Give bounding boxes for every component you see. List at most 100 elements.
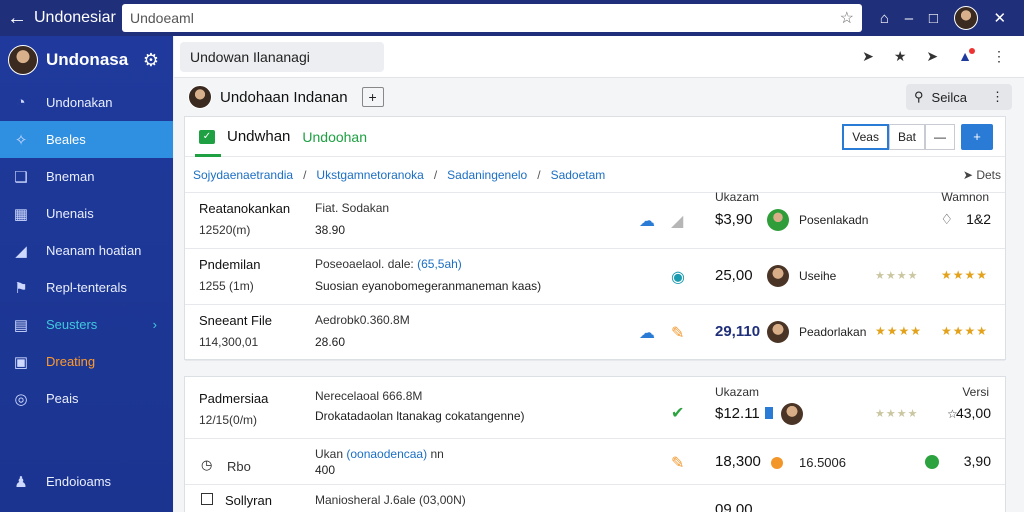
- card-header: ✓ Undwhan Undoohan Veas Bat — +: [185, 117, 1005, 157]
- sidebar-item-label: Unenais: [46, 206, 94, 221]
- toggle-bat[interactable]: Bat: [888, 123, 925, 150]
- table-row[interactable]: Sneeant File 114,300,01 Aedrobk0.360.8M …: [185, 305, 1005, 361]
- sidebar-item-unenais[interactable]: ▦ Unenais: [0, 195, 173, 232]
- add-item-button[interactable]: +: [961, 123, 993, 150]
- row-price: 29,110: [715, 323, 761, 340]
- send-icon[interactable]: ➤: [862, 48, 874, 65]
- sidebar-item-label: Neanam hoatian: [46, 243, 142, 258]
- home-icon[interactable]: ⌂: [880, 10, 889, 27]
- row-sub: 1255 (1m): [199, 279, 254, 293]
- server-icon: ▤: [13, 316, 29, 334]
- cloud-icon[interactable]: ☁: [639, 211, 655, 231]
- search-label: Seilca: [931, 89, 967, 105]
- window-controls: ⌂ – □ ✕: [862, 6, 1024, 30]
- tab-bar: Undowan Ilananagi ➤ ★ ➤ ▲ ⋮: [174, 36, 1024, 78]
- rating-stars[interactable]: ★★★★: [941, 324, 988, 338]
- table-row[interactable]: Padmersiaa 12/15(0/m) Nerecelaoal 666.8M…: [185, 377, 1005, 439]
- right-label: Wamnon: [941, 190, 989, 204]
- sidebar-item-bneman[interactable]: ❑ Bneman: [0, 158, 173, 195]
- sidebar-item-neanam[interactable]: ◢ Neanam hoatian: [0, 232, 173, 269]
- table-row[interactable]: Reatanokankan 12520(m) Fiat. Sodakan 38.…: [185, 190, 1005, 249]
- more-vertical-icon[interactable]: ⋮: [991, 89, 1004, 105]
- breadcrumb-item[interactable]: Ukstgamnetoranoka: [316, 168, 423, 182]
- arrow-left-icon[interactable]: ←: [0, 7, 34, 30]
- bell-icon[interactable]: ♢: [940, 211, 953, 228]
- avatar[interactable]: [188, 85, 212, 109]
- notification-icon[interactable]: ▲: [958, 48, 975, 65]
- tab-undowan[interactable]: Undowan Ilananagi: [180, 41, 384, 72]
- pencil-icon[interactable]: ✎: [671, 453, 684, 473]
- sidebar-item-beales[interactable]: ✧ Beales: [0, 121, 173, 158]
- status-dot: [771, 457, 783, 469]
- bookmark-icon[interactable]: ★: [894, 48, 907, 65]
- sidebar: Undonasa ⚙ ◔ Undonakan ✧ Beales ❑ Bneman…: [0, 36, 173, 512]
- app-title: Undonesiar: [34, 9, 116, 26]
- close-icon[interactable]: ✕: [993, 9, 1006, 27]
- row-desc-link[interactable]: (65,5ah): [417, 257, 462, 271]
- row-name: Sollyran: [225, 493, 272, 508]
- row-value: 38.90: [315, 223, 346, 237]
- sidebar-item-label: Repl-tenterals: [46, 280, 127, 295]
- settings-icon: ◎: [14, 390, 28, 408]
- dashboard-icon: ◔: [16, 94, 26, 111]
- avatar[interactable]: [8, 45, 38, 75]
- add-button[interactable]: +: [361, 87, 384, 107]
- sidebar-item-dreating[interactable]: ▣ Dreating: [0, 343, 173, 380]
- avatar[interactable]: [953, 6, 978, 30]
- breadcrumb-item[interactable]: Sojydaenaetrandia: [193, 168, 293, 182]
- gear-icon[interactable]: ⚙: [143, 50, 173, 71]
- more-vertical-icon[interactable]: ⋮: [992, 48, 1006, 65]
- minimize-icon[interactable]: –: [905, 10, 913, 27]
- sidebar-item-label: Peais: [46, 391, 79, 406]
- check-icon[interactable]: ✔: [671, 403, 684, 423]
- sidebar-item-peais[interactable]: ◎ Peais: [0, 380, 173, 417]
- address-bar[interactable]: Undoeaml ☆: [122, 4, 862, 32]
- row-value: 400: [315, 463, 336, 477]
- pencil-icon[interactable]: ✎: [671, 323, 684, 343]
- sidebar-item-label: Undonakan: [46, 95, 113, 110]
- breadcrumb-item[interactable]: Sadaningenelo: [447, 168, 527, 182]
- sidebar-item-undonakan[interactable]: ◔ Undonakan: [0, 84, 173, 121]
- row-sub: 114,300,01: [199, 335, 259, 349]
- sidebar-item-label: Bneman: [46, 169, 95, 184]
- toggle-dash[interactable]: —: [925, 123, 955, 150]
- avatar: [767, 265, 789, 287]
- table-row[interactable]: ◷ Rbo Ukan (oonaodencaa) nn 400 ✎ 18,300…: [185, 439, 1005, 485]
- compass-icon[interactable]: ◉: [671, 267, 685, 287]
- person-name: Useihe: [799, 269, 837, 283]
- maximize-icon[interactable]: □: [929, 10, 938, 27]
- table-row[interactable]: Sollyran Maniosheral J.6ale (03,00N) 09,…: [185, 485, 1005, 512]
- checkbox[interactable]: [201, 493, 213, 505]
- folder-icon: ❑: [14, 168, 28, 186]
- clock-icon[interactable]: ◷: [201, 457, 212, 473]
- row-price: 25,00: [715, 267, 753, 284]
- tag-icon[interactable]: ◢: [671, 211, 683, 231]
- sidebar-profile: Undonasa ⚙: [0, 36, 173, 84]
- star-icon[interactable]: ☆: [840, 8, 854, 28]
- search-button[interactable]: ⚲ Seilca ⋮: [906, 84, 1012, 110]
- row-value: 28.60: [315, 335, 346, 349]
- rating-stars-grey: ★★★★: [875, 408, 919, 420]
- person-name: Peadorlakan: [799, 325, 867, 339]
- details-link[interactable]: ➤ Dets: [963, 168, 1001, 182]
- sidebar-item-seusters[interactable]: ▤ Seusters ›: [0, 306, 173, 343]
- breadcrumb-item[interactable]: Sadoetam: [551, 168, 606, 182]
- row-desc-tail: nn: [430, 447, 444, 461]
- address-input[interactable]: Undoeaml: [130, 10, 840, 26]
- table-row[interactable]: Pndemilan 1255 (1m) Poseoaelaol. dale: (…: [185, 249, 1005, 305]
- cloud-icon[interactable]: ☁: [639, 323, 655, 343]
- person-name: Posenlakadn: [799, 213, 869, 227]
- row-name: Sneeant File: [199, 313, 272, 328]
- share-icon[interactable]: ➤: [926, 48, 938, 65]
- row-desc: Poseoaelaol. dale: (65,5ah): [315, 257, 462, 271]
- card-title: Undwhan: [227, 128, 291, 145]
- rating-stars[interactable]: ★★★★: [941, 268, 988, 282]
- toggle-veas[interactable]: Veas: [842, 123, 889, 150]
- chevron-right-icon[interactable]: ›: [153, 317, 157, 332]
- flag-icon: ⚑: [14, 279, 28, 297]
- row-desc-link[interactable]: (oonaodencaa): [346, 447, 427, 461]
- sidebar-item-endoioams[interactable]: ♟ Endoioams: [0, 463, 173, 500]
- card-subtitle[interactable]: Undoohan: [302, 129, 367, 145]
- sidebar-item-repl[interactable]: ⚑ Repl-tenterals: [0, 269, 173, 306]
- row-name: Pndemilan: [199, 257, 261, 272]
